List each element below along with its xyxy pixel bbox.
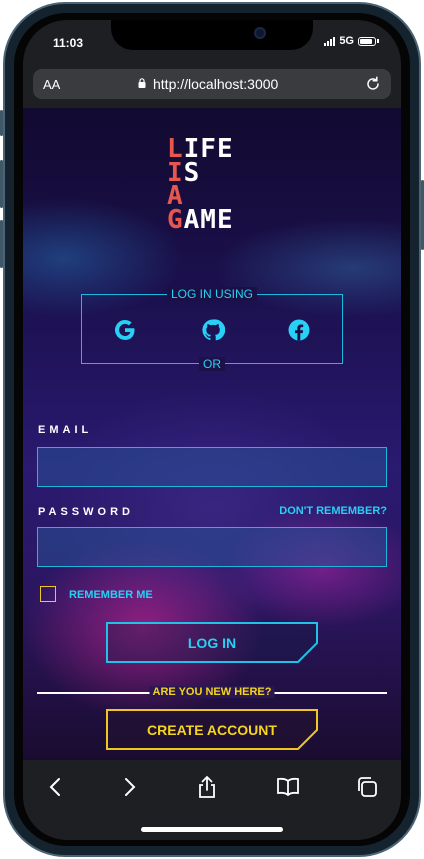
url-text[interactable]: http://localhost:3000 [153, 76, 278, 92]
remember-me-checkbox[interactable] [40, 586, 56, 602]
password-field[interactable] [37, 527, 387, 567]
google-icon[interactable] [113, 318, 137, 342]
login-button[interactable]: LOG IN [106, 622, 318, 663]
network-label: 5G [339, 35, 354, 47]
tabs-icon[interactable] [354, 774, 380, 800]
email-field[interactable] [37, 447, 387, 487]
create-account-button[interactable]: CREATE ACCOUNT [106, 709, 318, 750]
or-divider-label: OR [199, 357, 225, 371]
reload-icon[interactable] [363, 74, 383, 94]
app-logo: LIFE IS A GAME [167, 136, 234, 235]
battery-icon [358, 36, 376, 46]
phone-screen: 11:03 5G AA http://localhost:3000 LIFE I… [23, 20, 401, 840]
forgot-password-link[interactable]: DON'T REMEMBER? [279, 505, 387, 517]
browser-address-area: AA http://localhost:3000 [23, 66, 401, 108]
bookmarks-icon[interactable] [275, 774, 301, 800]
address-bar[interactable]: AA http://localhost:3000 [33, 69, 391, 99]
social-login-box: LOG IN USING OR [81, 287, 343, 371]
remember-me-label[interactable]: REMEMBER ME [69, 589, 153, 601]
new-user-prompt: ARE YOU NEW HERE? [149, 686, 275, 698]
facebook-icon[interactable] [287, 318, 311, 342]
create-account-label: CREATE ACCOUNT [147, 721, 277, 738]
login-button-label: LOG IN [187, 634, 237, 651]
home-indicator [141, 827, 283, 832]
phone-device: 11:03 5G AA http://localhost:3000 LIFE I… [0, 0, 424, 859]
status-time: 11:03 [53, 36, 84, 50]
front-camera [254, 27, 266, 39]
forward-icon[interactable] [116, 774, 142, 800]
back-icon[interactable] [43, 774, 69, 800]
logo-line: GAME [167, 204, 234, 235]
github-icon[interactable] [201, 318, 225, 342]
share-icon[interactable] [194, 774, 220, 800]
reader-mode-button[interactable]: AA [43, 77, 60, 92]
status-indicators: 5G [324, 35, 379, 47]
password-label: PASSWORD [38, 506, 134, 518]
lock-icon [138, 78, 146, 88]
email-label: EMAIL [38, 424, 93, 436]
browser-toolbar [23, 760, 401, 840]
notch [111, 20, 313, 50]
status-bar: 11:03 5G [23, 20, 401, 66]
social-login-heading: LOG IN USING [166, 287, 258, 301]
signal-icon [324, 36, 336, 46]
web-content: LIFE IS A GAME LOG IN USING OR EMAIL PAS… [23, 108, 401, 760]
